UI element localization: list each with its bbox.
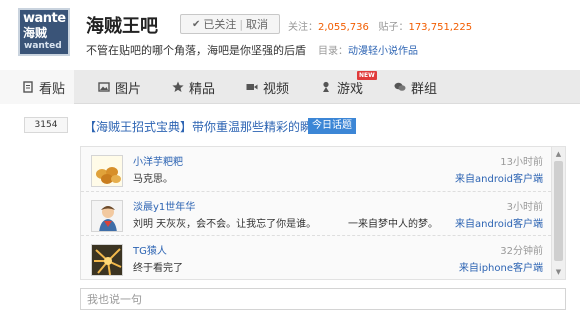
comment-text: 终于看完了	[133, 263, 183, 274]
forum-stats: 关注：2,055,736 贴子：173,751,225	[288, 18, 472, 33]
reply-count: 3154	[24, 117, 68, 133]
tab-pictures-label: 图片	[115, 81, 142, 97]
comment-time: 32分钟前	[500, 246, 543, 257]
scroll-thumb[interactable]	[554, 161, 563, 261]
catalog-link[interactable]: 动漫轻小说作品	[348, 46, 418, 57]
new-badge: NEW	[357, 71, 377, 80]
follow-toggle-button[interactable]: ✔ 已关注 | 取消	[180, 14, 280, 34]
posts-label: 贴子：	[378, 22, 409, 33]
avatar-fireworks-image	[92, 245, 122, 275]
logo-text-line3: wanted	[24, 41, 62, 51]
tab-posts[interactable]: 看贴	[0, 70, 74, 104]
tab-groups-label: 群组	[411, 81, 438, 97]
tab-groups[interactable]: 群组	[394, 70, 437, 104]
picture-icon	[98, 82, 110, 92]
tab-featured-label: 精品	[189, 81, 216, 97]
document-icon	[23, 81, 33, 93]
scroll-up-icon[interactable]: ▲	[552, 148, 565, 160]
star-icon	[172, 81, 184, 92]
forum-logo[interactable]: wante 海贼 wanted	[18, 8, 70, 56]
posts-count: 173,751,225	[408, 22, 473, 33]
tab-pictures[interactable]: 图片	[98, 70, 141, 104]
followed-label: 已关注	[203, 18, 237, 31]
tab-video[interactable]: 视频	[246, 70, 289, 104]
followers-label: 关注：	[288, 22, 318, 33]
topic-tag[interactable]: 今日话题	[308, 118, 356, 134]
avatar-potatoes-image	[92, 156, 122, 186]
comment-username[interactable]: 小洋芋粑粑	[133, 153, 183, 168]
thread-item: 3154 【海贼王招式宝典】带你重温那些精彩的瞬间 今日话题	[20, 114, 560, 136]
avatar[interactable]	[91, 244, 123, 276]
comment-list: 小洋芋粑粑 马克思。 13小时前 来自android客户端 淡晨y1世年华 刘明…	[80, 146, 566, 280]
comment-time: 13小时前	[500, 157, 543, 168]
comment-client[interactable]: 来自iphone客户端	[459, 259, 543, 274]
tab-posts-label: 看贴	[39, 81, 66, 97]
avatar[interactable]	[91, 155, 123, 187]
comment-item: TG猿人 终于看完了 32分钟前 来自iphone客户端	[81, 235, 551, 279]
comment-time: 3小时前	[506, 202, 543, 213]
group-icon	[394, 82, 406, 91]
logo-text-line2: 海贼	[23, 26, 48, 40]
comment-text: 刘明 天灰灰，会不会。让我忘了你是谁。 一来自梦中人的梦。	[133, 219, 438, 230]
avatar[interactable]	[91, 200, 123, 232]
reply-input[interactable]	[80, 288, 566, 310]
tab-games-label: 游戏	[337, 81, 364, 97]
scroll-down-icon[interactable]: ▼	[552, 266, 565, 278]
forum-header: wante 海贼 wanted 海贼王吧 ✔ 已关注 | 取消 关注：2,055…	[0, 0, 580, 66]
tab-featured[interactable]: 精品	[172, 70, 215, 104]
forum-nav: 看贴 图片 精品 视频 游戏 群组	[0, 70, 580, 104]
unfollow-label[interactable]: 取消	[246, 16, 268, 32]
comment-item: 小洋芋粑粑 马克思。 13小时前 来自android客户端	[81, 147, 551, 191]
logo-text-line1: wante	[23, 11, 66, 26]
comment-client[interactable]: 来自android客户端	[455, 215, 543, 230]
forum-catalog: 目录：动漫轻小说作品	[318, 42, 418, 57]
video-icon	[246, 84, 258, 90]
forum-slogan: 不管在贴吧的哪个角落，海吧是你坚强的后盾	[86, 44, 306, 57]
comment-scrollbar[interactable]: ▲ ▼	[551, 147, 565, 279]
comment-text: 马克思。	[133, 174, 173, 185]
forum-title[interactable]: 海贼王吧	[86, 12, 158, 38]
comment-username[interactable]: TG猿人	[133, 242, 167, 257]
thread-title-link[interactable]: 【海贼王招式宝典】带你重温那些精彩的瞬间	[84, 118, 324, 135]
comment-client[interactable]: 来自android客户端	[455, 170, 543, 185]
check-icon: ✔	[191, 18, 201, 30]
avatar-character-image	[92, 201, 122, 231]
comment-username[interactable]: 淡晨y1世年华	[133, 198, 195, 213]
tab-video-label: 视频	[263, 81, 290, 97]
catalog-label: 目录：	[318, 46, 348, 57]
followers-count: 2,055,736	[318, 22, 369, 33]
game-icon	[323, 81, 329, 92]
follow-separator: |	[239, 17, 244, 31]
comment-item: 淡晨y1世年华 刘明 天灰灰，会不会。让我忘了你是谁。 一来自梦中人的梦。 3小…	[81, 191, 551, 235]
